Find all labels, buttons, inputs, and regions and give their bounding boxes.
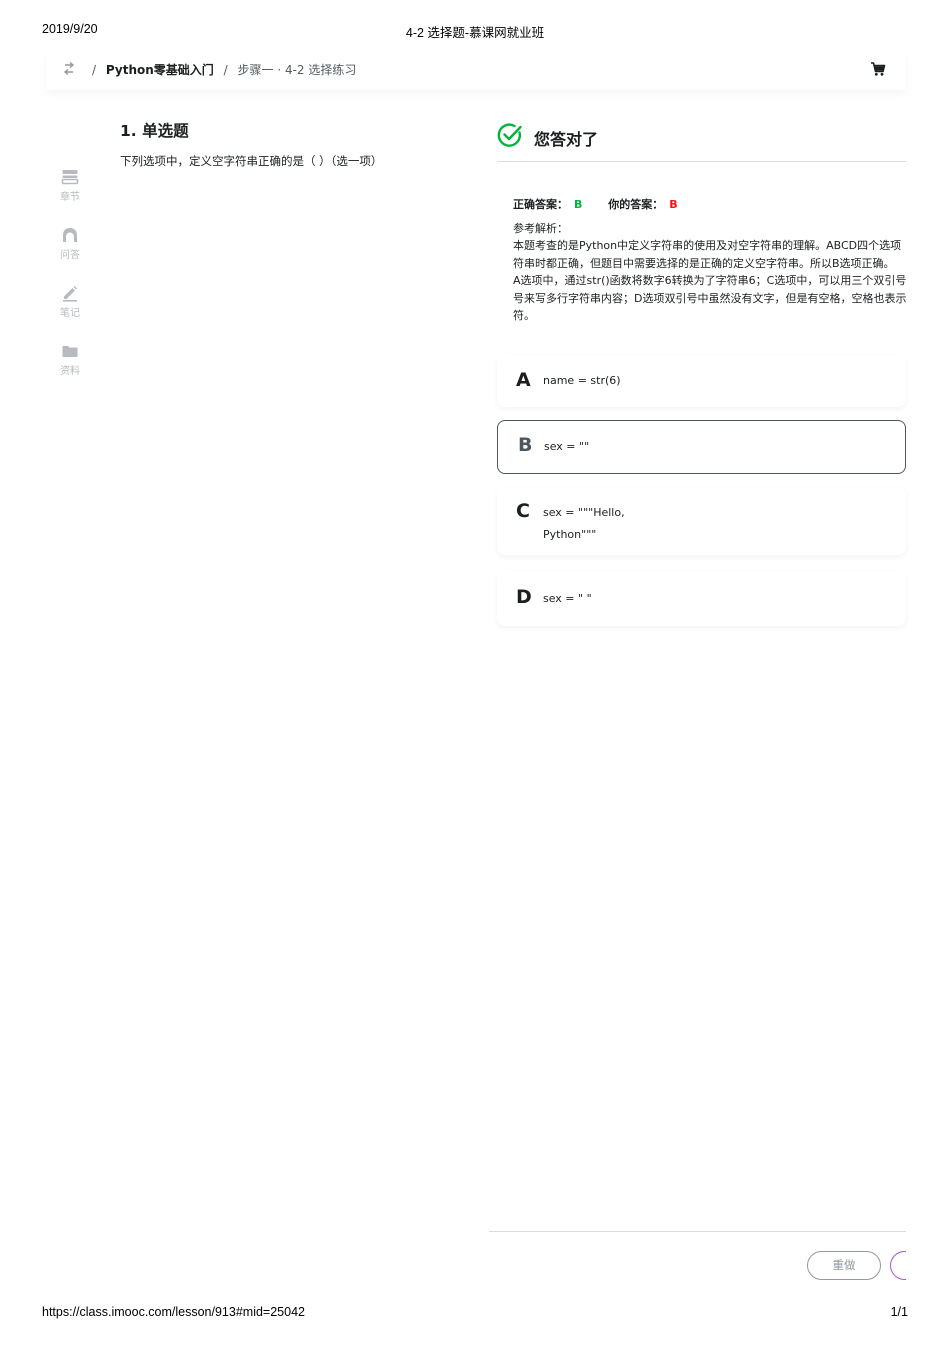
analysis-text: 本题考查的是Python中定义字符串的使用及对空字符串的理解。ABCD四个选项 …: [513, 237, 906, 327]
result-text: 您答对了: [534, 130, 599, 149]
folder-icon: [50, 342, 90, 360]
sidebar-item-notes[interactable]: 笔记: [50, 284, 90, 319]
analysis-title: 参考解析：: [513, 222, 568, 235]
option-a[interactable]: A name = str(6): [497, 355, 906, 407]
check-circle-icon: [497, 122, 523, 148]
option-d[interactable]: D sex = " ": [497, 571, 906, 626]
correct-answer-label: 正确答案：: [513, 198, 568, 211]
sidebar-item-label: 问答: [60, 250, 80, 261]
answer-summary: 正确答案： B 你的答案： B: [513, 196, 678, 212]
analysis-line: 符串时都正确，但题目中需要选择的是正确的定义空字符串。所以B选项正确。: [513, 256, 895, 270]
breadcrumb: / Python零基础入门 / 步骤一 · 4-2 选择练习: [86, 61, 356, 78]
next-button[interactable]: [890, 1251, 906, 1280]
qa-icon: [50, 226, 90, 244]
option-text: sex = " ": [543, 592, 592, 605]
analysis-line: 号来写多行字符串内容；D选项双引号中虽然没有文字，但是有空格，空格也表示: [513, 291, 906, 305]
breadcrumb-step: 步骤一 · 4-2 选择练习: [237, 63, 357, 77]
print-page-number: 1/1: [890, 1305, 908, 1319]
option-letter: D: [516, 586, 532, 608]
sidebar-item-label: 资料: [60, 366, 80, 377]
analysis-line: 符。: [513, 309, 535, 322]
print-title: 4-2 选择题-慕课网就业班: [405, 26, 545, 40]
print-header: 2019/9/20 4-2 选择题-慕课网就业班: [42, 22, 908, 40]
breadcrumb-separator: /: [223, 63, 228, 77]
note-icon: [50, 284, 90, 302]
your-answer-value: B: [669, 198, 678, 211]
sidebar-item-label: 笔记: [60, 308, 80, 319]
option-letter: B: [518, 434, 533, 456]
breadcrumb-separator: /: [92, 63, 97, 77]
sidebar-item-qa[interactable]: 问答: [50, 226, 90, 261]
option-b[interactable]: B sex = "": [497, 420, 906, 474]
option-text: name = str(6): [543, 374, 621, 387]
option-text: sex = """Hello, Python""": [543, 506, 625, 541]
sidebar-item-materials[interactable]: 资料: [50, 342, 90, 377]
switch-arrows-icon[interactable]: [62, 61, 76, 77]
breadcrumb-course-link[interactable]: Python零基础入门: [106, 63, 214, 77]
option-text: sex = "": [544, 440, 590, 453]
redo-button[interactable]: 重做: [807, 1251, 881, 1280]
correct-answer-value: B: [574, 198, 583, 211]
option-letter: C: [516, 500, 530, 522]
print-url: https://class.imooc.com/lesson/913#mid=2…: [42, 1305, 305, 1319]
divider: [489, 1231, 906, 1232]
question-title: 1. 单选题: [120, 122, 189, 140]
option-letter: A: [516, 369, 531, 391]
print-footer: https://class.imooc.com/lesson/913#mid=2…: [42, 1305, 908, 1323]
your-answer-label: 你的答案：: [608, 198, 664, 211]
sidebar-item-chapter[interactable]: 章节: [50, 168, 90, 203]
sidebar-item-label: 章节: [60, 192, 80, 203]
analysis-line: 本题考查的是Python中定义字符串的使用及对空字符串的理解。ABCD四个选项: [513, 239, 902, 252]
option-c[interactable]: C sex = """Hello, Python""": [497, 487, 906, 555]
next-button-outline: [890, 1251, 906, 1280]
result-header: 您答对了: [497, 122, 906, 162]
analysis-line: A选项中，通过str()函数将数字6转换为了字符串6；C选项中，可以用三个双引号: [513, 274, 906, 287]
chapter-icon: [50, 168, 90, 186]
question-text: 下列选项中，定义空字符串正确的是（ ）（选一项）: [120, 154, 383, 168]
top-bar: / Python零基础入门 / 步骤一 · 4-2 选择练习: [46, 52, 906, 90]
cart-icon[interactable]: [870, 61, 886, 77]
